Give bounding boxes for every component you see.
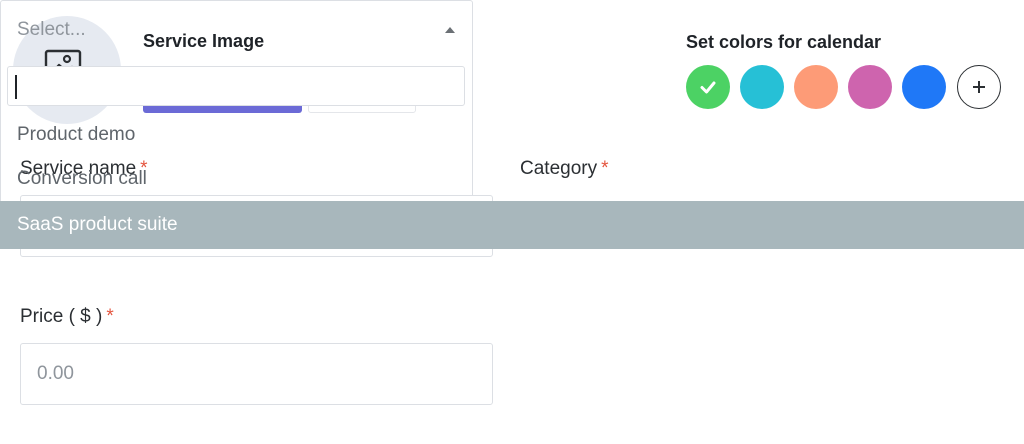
price-input[interactable] [21,344,492,404]
category-select-placeholder: Select... [17,19,86,40]
color-swatch-salmon[interactable] [794,65,838,109]
text-cursor [15,75,17,99]
category-search-input[interactable] [8,67,464,105]
color-swatch-blue[interactable] [902,65,946,109]
color-swatch-magenta[interactable] [848,65,892,109]
add-color-button[interactable] [957,65,1001,109]
category-select: Select... Product demo Conversion call S… [0,0,1024,249]
check-icon [700,81,716,94]
color-swatch-green[interactable] [686,65,730,109]
price-label: Price ( $ ) * [20,306,114,327]
category-option[interactable]: Product demo [0,113,1024,157]
category-option[interactable]: Conversion call [0,157,1024,201]
required-marker: * [106,306,114,327]
color-swatch-cyan[interactable] [740,65,784,109]
price-field [20,343,493,405]
category-option-highlighted[interactable]: SaaS product suite [0,201,1024,249]
caret-up-icon [445,27,455,33]
category-select-toggle[interactable]: Select... [0,0,1024,60]
category-search-field [7,66,465,106]
plus-icon [973,81,985,93]
